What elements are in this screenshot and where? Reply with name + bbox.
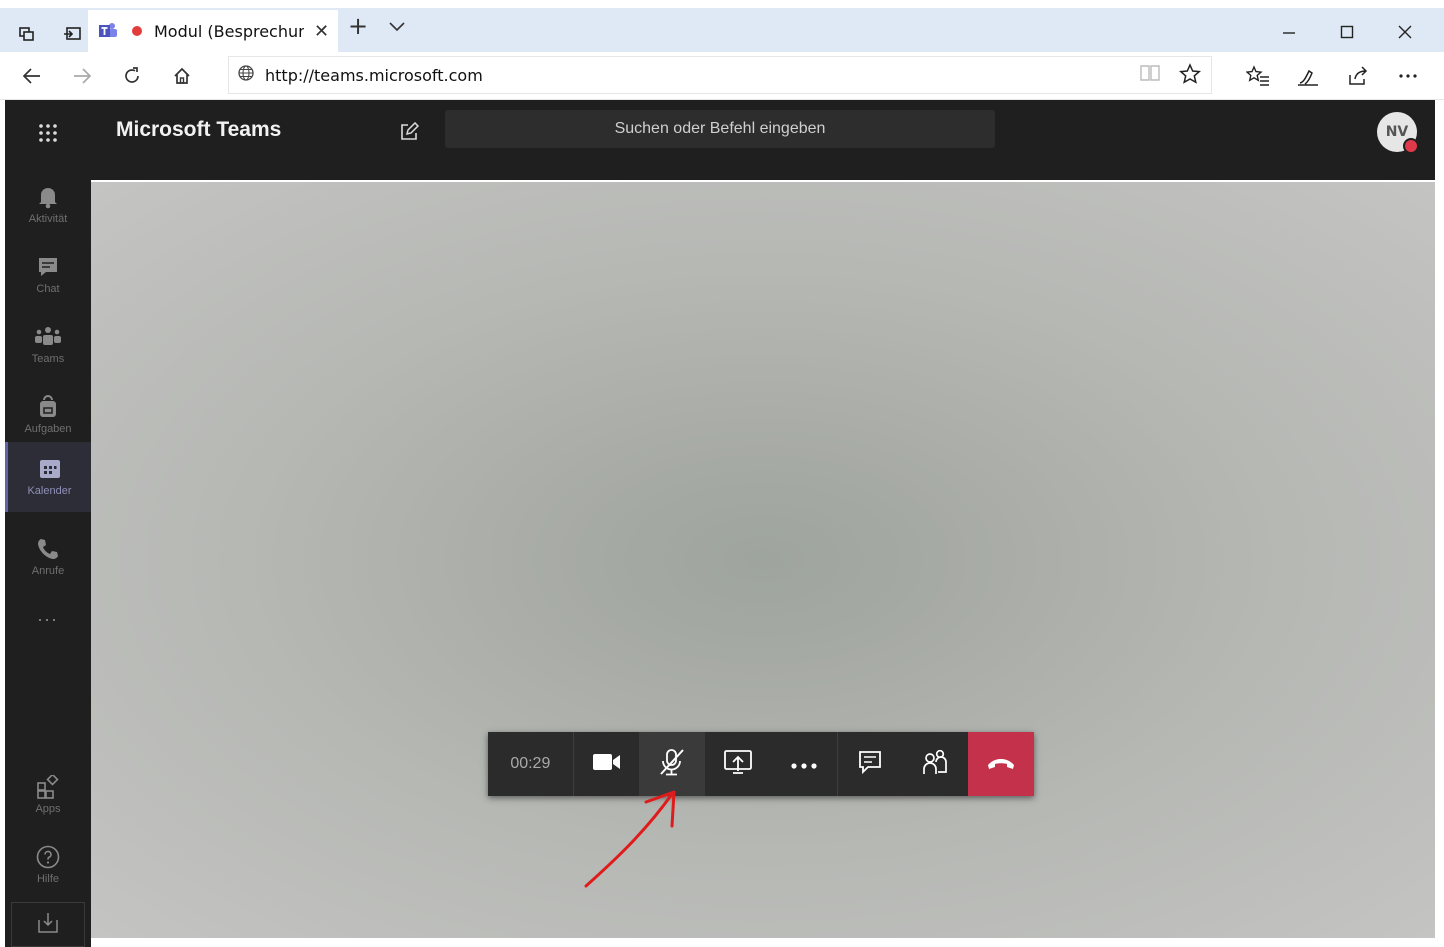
pen-icon[interactable]	[1290, 58, 1326, 94]
app-title: Microsoft Teams	[116, 118, 282, 141]
calendar-icon	[37, 457, 63, 481]
phone-icon	[35, 537, 61, 561]
chat-icon	[857, 749, 883, 779]
rail-item-teams[interactable]: Teams	[5, 310, 91, 380]
rail-label: Aktivität	[28, 213, 68, 225]
camera-icon	[592, 752, 622, 776]
search-placeholder: Suchen oder Befehl eingeben	[614, 120, 826, 137]
tab-preview-icon[interactable]	[10, 16, 44, 52]
set-aside-icon[interactable]	[56, 16, 90, 52]
favorite-star-icon[interactable]	[1178, 63, 1202, 90]
rail-item-help[interactable]: Hilfe	[5, 830, 91, 900]
share-screen-icon	[723, 749, 753, 779]
show-participants-button[interactable]	[903, 732, 969, 796]
annotation-arrow	[584, 790, 676, 888]
more-icon[interactable]	[1390, 58, 1426, 94]
bell-icon	[35, 185, 61, 209]
rail-item-calls[interactable]: Anrufe	[5, 522, 91, 592]
back-icon[interactable]	[14, 58, 50, 94]
url-field[interactable]: http://teams.microsoft.com	[228, 56, 1212, 94]
tab-title: Modul (Besprechun	[154, 21, 304, 41]
backpack-icon	[35, 395, 61, 419]
maximize-icon[interactable]	[1320, 14, 1374, 50]
more-icon	[790, 755, 818, 774]
download-app-button[interactable]	[11, 902, 85, 947]
teams-header: Microsoft Teams Suchen oder Befehl einge…	[5, 100, 1435, 180]
hang-up-button[interactable]	[968, 732, 1035, 796]
recording-dot	[132, 26, 142, 36]
avatar[interactable]: NV	[1377, 112, 1419, 154]
share-screen-button[interactable]	[705, 732, 771, 796]
rail-more-label: ...	[37, 604, 59, 625]
app-launcher-icon[interactable]	[33, 118, 63, 148]
rail-item-chat[interactable]: Chat	[5, 240, 91, 310]
rail-item-tasks[interactable]: Aufgaben	[5, 380, 91, 450]
app-rail: Aktivität Chat Teams Aufgaben Kalender A…	[5, 180, 91, 947]
rail-label: Aufgaben	[24, 423, 72, 435]
avatar-initials: NV	[1385, 124, 1409, 140]
browser-tab-strip: Modul (Besprechun ✕ +	[0, 0, 1444, 52]
show-conversation-button[interactable]	[836, 732, 903, 796]
rail-item-activity[interactable]: Aktivität	[5, 170, 91, 240]
more-actions-button[interactable]	[771, 732, 837, 796]
new-tab-icon[interactable]: +	[348, 12, 368, 40]
share-icon[interactable]	[1340, 58, 1376, 94]
favorites-list-icon[interactable]	[1240, 58, 1276, 94]
help-icon	[35, 845, 61, 869]
search-input[interactable]: Suchen oder Befehl eingeben	[445, 110, 995, 148]
rail-label: Anrufe	[31, 565, 65, 577]
apps-icon	[35, 775, 61, 799]
rail-item-apps[interactable]: Apps	[5, 760, 91, 830]
tab-tools	[10, 16, 90, 52]
reading-view-icon[interactable]	[1139, 63, 1161, 90]
rail-label: Apps	[35, 803, 61, 815]
download-icon	[36, 912, 60, 938]
mic-muted-icon	[658, 747, 686, 781]
rail-label: Hilfe	[36, 873, 59, 885]
rail-label: Teams	[31, 353, 65, 365]
teams-icon	[35, 325, 61, 349]
rail-item-more[interactable]: ...	[5, 584, 91, 654]
refresh-icon[interactable]	[114, 58, 150, 94]
teams-favicon	[98, 21, 118, 41]
meeting-stage	[91, 182, 1435, 938]
close-window-icon[interactable]	[1378, 14, 1432, 50]
hang-up-icon	[986, 755, 1016, 774]
new-chat-icon[interactable]	[395, 118, 423, 146]
globe-icon	[237, 64, 255, 86]
home-icon[interactable]	[164, 58, 200, 94]
browser-tab[interactable]: Modul (Besprechun ✕	[88, 10, 338, 52]
chevron-down-icon[interactable]	[388, 16, 406, 37]
minimize-icon[interactable]	[1262, 14, 1316, 50]
url-text: http://teams.microsoft.com	[265, 65, 483, 85]
close-icon[interactable]: ✕	[314, 21, 329, 42]
rail-item-calendar[interactable]: Kalender	[5, 442, 91, 512]
forward-icon[interactable]	[64, 58, 100, 94]
rail-label: Kalender	[27, 485, 72, 497]
chat-icon	[35, 255, 61, 279]
participants-icon	[921, 748, 949, 780]
address-bar-row: http://teams.microsoft.com	[0, 52, 1444, 100]
presence-status-dot	[1403, 138, 1419, 154]
rail-label: Chat	[36, 283, 60, 295]
